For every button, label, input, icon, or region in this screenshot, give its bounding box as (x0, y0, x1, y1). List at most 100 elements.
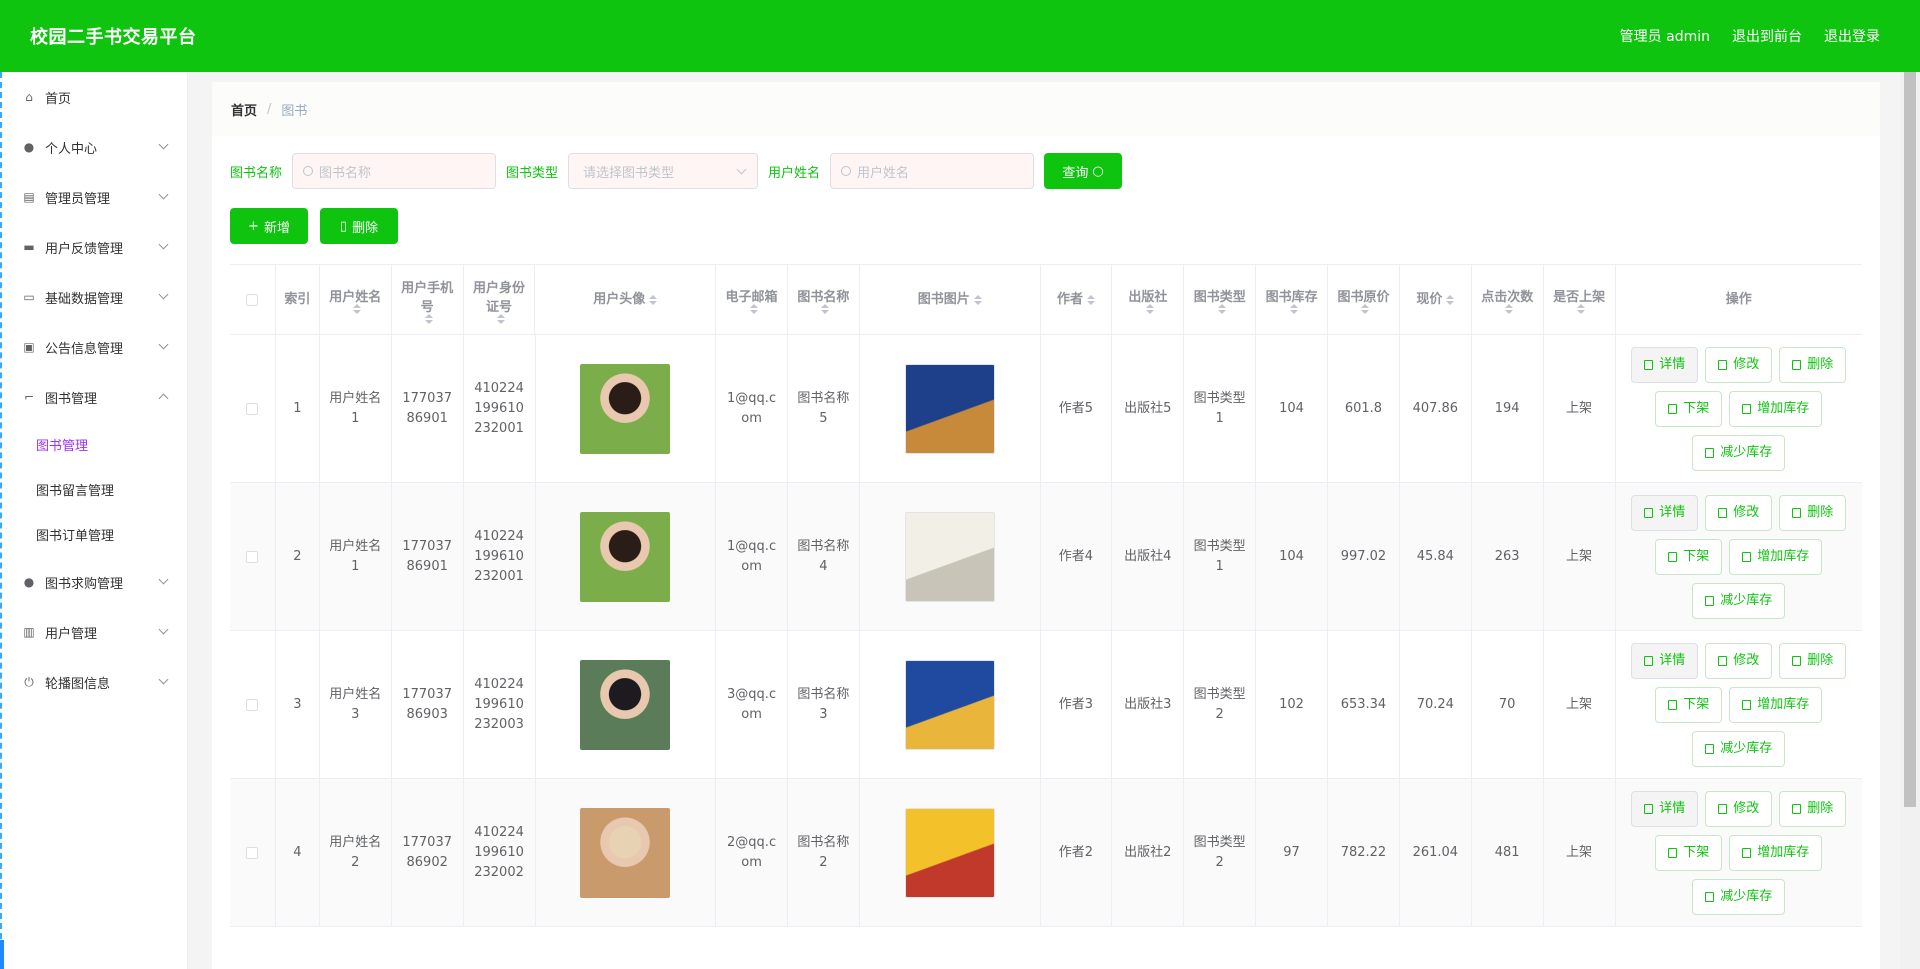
th-user-name[interactable]: 用户姓名 (320, 265, 392, 334)
detail-button[interactable]: 详情 (1631, 642, 1699, 679)
sidebar-item-carousel[interactable]: ⏻ 轮播图信息 (0, 657, 187, 707)
edit-button[interactable]: 修改 (1705, 790, 1773, 827)
th-orig-price[interactable]: 图书原价 (1328, 265, 1400, 334)
breadcrumb-home[interactable]: 首页 (231, 100, 257, 119)
th-author[interactable]: 作者 (1041, 265, 1113, 334)
cell-user-name: 用户姓名1 (320, 335, 392, 482)
add-stock-button[interactable]: 增加库存 (1729, 538, 1823, 575)
th-book-name[interactable]: 图书名称 (788, 265, 860, 334)
offshelf-button[interactable]: 下架 (1655, 538, 1723, 575)
sidebar-item-feedback[interactable]: ▬ 用户反馈管理 (0, 222, 187, 272)
book-name-input[interactable]: 图书名称 (292, 153, 497, 189)
cell-index: 4 (276, 779, 320, 926)
th-id-card[interactable]: 用户身份证号 (464, 265, 536, 334)
reduce-stock-button[interactable]: 减少库存 (1692, 730, 1786, 767)
edit-button[interactable]: 修改 (1705, 494, 1773, 531)
logout-link[interactable]: 退出登录 (1824, 26, 1880, 46)
bulb-icon (1742, 551, 1752, 562)
th-avatar[interactable]: 用户头像 (535, 265, 717, 334)
detail-button[interactable]: 详情 (1631, 494, 1699, 531)
sidebar-subitem-book-management[interactable]: 图书管理 (0, 422, 187, 467)
cell-email: 2@qq.com (716, 779, 788, 926)
th-on-shelf[interactable]: 是否上架 (1544, 265, 1616, 334)
th-clicks[interactable]: 点击次数 (1472, 265, 1544, 334)
sort-icon[interactable] (497, 313, 506, 324)
sidebar-subitem-book-messages[interactable]: 图书留言管理 (0, 467, 187, 512)
cell-book-type: 图书类型1 (1184, 335, 1257, 482)
sort-icon[interactable] (1217, 304, 1226, 314)
cell-avatar (536, 779, 717, 926)
sidebar-item-home[interactable]: ⌂ 首页 (0, 72, 187, 122)
edit-button[interactable]: 修改 (1705, 642, 1773, 679)
scrollbar-thumb[interactable] (1904, 72, 1916, 807)
sidebar-item-book-wanted[interactable]: ● 图书求购管理 (0, 557, 187, 607)
sort-icon[interactable] (649, 294, 658, 305)
offshelf-button[interactable]: 下架 (1655, 834, 1723, 871)
detail-button[interactable]: 详情 (1631, 346, 1699, 383)
select-all-checkbox[interactable] (246, 293, 259, 306)
cell-book-type: 图书类型1 (1184, 483, 1257, 630)
sort-icon[interactable] (353, 304, 362, 314)
vertical-scrollbar[interactable] (1900, 72, 1920, 969)
detail-button[interactable]: 详情 (1631, 790, 1699, 827)
row-checkbox[interactable] (246, 698, 259, 711)
th-phone[interactable]: 用户手机号 (392, 265, 464, 334)
query-button[interactable]: 查询 ○ (1044, 153, 1123, 189)
chevron-down-icon (158, 674, 169, 685)
sidebar-item-admin[interactable]: ▤ 管理员管理 (0, 172, 187, 222)
sort-icon[interactable] (425, 313, 434, 324)
delete-button[interactable]: 删除 (1779, 642, 1847, 679)
sort-icon[interactable] (1505, 304, 1514, 314)
sort-icon[interactable] (1361, 304, 1370, 314)
th-email[interactable]: 电子邮箱 (716, 265, 788, 334)
batch-delete-button[interactable]: ▯ 删除 (320, 208, 398, 244)
sidebar-item-notice[interactable]: ▣ 公告信息管理 (0, 322, 187, 372)
th-book-image[interactable]: 图书图片 (860, 265, 1041, 334)
exit-to-front-link[interactable]: 退出到前台 (1732, 26, 1802, 46)
offshelf-button[interactable]: 下架 (1655, 686, 1723, 723)
sidebar-subitem-book-orders[interactable]: 图书订单管理 (0, 512, 187, 557)
sort-icon[interactable] (1145, 304, 1154, 314)
book-type-select[interactable]: 请选择图书类型 (568, 153, 759, 189)
row-checkbox[interactable] (246, 402, 259, 415)
sidebar-item-basic-data[interactable]: ▭ 基础数据管理 (0, 272, 187, 322)
add-stock-button[interactable]: 增加库存 (1729, 686, 1823, 723)
cell-book-name: 图书名称2 (788, 779, 860, 926)
user-name-input[interactable]: 用户姓名 (830, 153, 1035, 189)
chevron-down-icon (158, 239, 169, 250)
sort-icon[interactable] (749, 304, 758, 314)
chevron-down-icon (158, 574, 169, 585)
sidebar-item-users[interactable]: ▥ 用户管理 (0, 607, 187, 657)
th-book-type[interactable]: 图书类型 (1184, 265, 1257, 334)
delete-button[interactable]: 删除 (1779, 494, 1847, 531)
reduce-stock-button[interactable]: 减少库存 (1692, 434, 1786, 471)
document-icon (1644, 803, 1654, 814)
sort-icon[interactable] (973, 294, 982, 305)
add-stock-button[interactable]: 增加库存 (1729, 834, 1823, 871)
th-stock[interactable]: 图书库存 (1256, 265, 1329, 334)
edit-button[interactable]: 修改 (1705, 346, 1773, 383)
sort-icon[interactable] (1086, 294, 1095, 305)
sidebar-item-books[interactable]: ⌐ 图书管理 (0, 372, 187, 422)
reduce-stock-button[interactable]: 减少库存 (1692, 582, 1786, 619)
delete-button[interactable]: 删除 (1779, 790, 1847, 827)
sort-icon[interactable] (821, 304, 830, 314)
book-cover-image (904, 659, 995, 750)
add-button[interactable]: + 新增 (230, 208, 308, 244)
offshelf-button[interactable]: 下架 (1655, 390, 1723, 427)
row-checkbox[interactable] (246, 550, 259, 563)
cell-book-name: 图书名称4 (788, 483, 860, 630)
trash-icon (1792, 359, 1802, 370)
add-stock-button[interactable]: 增加库存 (1729, 390, 1823, 427)
th-publisher[interactable]: 出版社 (1112, 265, 1185, 334)
row-checkbox[interactable] (246, 846, 259, 859)
th-price[interactable]: 现价 (1400, 265, 1472, 334)
sort-icon[interactable] (1577, 304, 1586, 314)
delete-button[interactable]: 删除 (1779, 346, 1847, 383)
sort-icon[interactable] (1289, 304, 1298, 314)
sidebar-item-personal[interactable]: ● 个人中心 (0, 122, 187, 172)
book-type-placeholder: 请选择图书类型 (583, 165, 675, 181)
reduce-stock-button[interactable]: 减少库存 (1692, 878, 1786, 915)
bulb-icon (1742, 699, 1752, 710)
sort-icon[interactable] (1446, 294, 1455, 305)
